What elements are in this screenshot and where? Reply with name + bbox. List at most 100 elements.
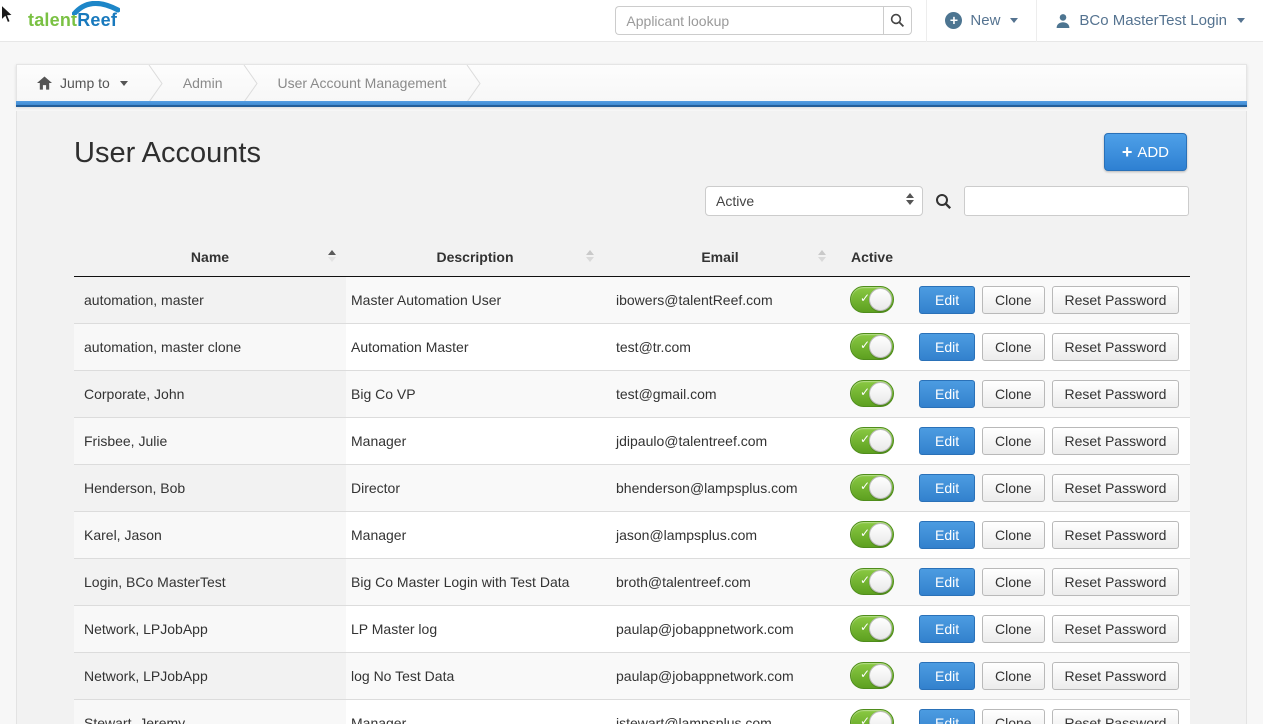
clone-button[interactable]: Clone [982,709,1045,724]
user-description-cell: Director [346,464,604,511]
add-user-button[interactable]: + ADD [1104,133,1187,171]
clone-button[interactable]: Clone [982,662,1045,690]
edit-button[interactable]: Edit [919,521,975,549]
reset-password-button[interactable]: Reset Password [1052,286,1180,314]
reset-password-button[interactable]: Reset Password [1052,709,1180,724]
applicant-lookup-search-button[interactable] [883,6,912,35]
user-name-cell: automation, master [74,276,346,323]
user-description-cell: Automation Master [346,323,604,370]
user-email-cell: test@gmail.com [604,370,836,417]
column-header-description[interactable]: Description [346,238,604,276]
active-toggle[interactable]: ✓ [850,474,894,501]
plus-circle-icon: + [945,12,962,29]
breadcrumb-item-admin[interactable]: Admin [163,65,243,101]
user-name-cell: Karel, Jason [74,511,346,558]
user-name-cell: automation, master clone [74,323,346,370]
active-toggle[interactable]: ✓ [850,333,894,360]
table-controls: Active [74,186,1189,216]
table-header-row: Name Description Email Active [74,238,1190,276]
chevron-down-icon [1237,18,1245,23]
active-toggle[interactable]: ✓ [850,427,894,454]
clone-button[interactable]: Clone [982,380,1045,408]
toggle-knob [869,617,892,640]
table-row: automation, master clone Automation Mast… [74,323,1190,370]
table-row: Stewart, Jeremy Manager jstewart@lampspl… [74,699,1190,724]
user-description-cell: Manager [346,511,604,558]
table-row: Corporate, John Big Co VP test@gmail.com… [74,370,1190,417]
search-icon [935,193,952,210]
edit-button[interactable]: Edit [919,568,975,596]
breadcrumb-item-user-account-management[interactable]: User Account Management [258,65,467,101]
user-menu[interactable]: BCo MasterTest Login [1036,0,1263,42]
active-toggle[interactable]: ✓ [850,286,894,313]
reset-password-button[interactable]: Reset Password [1052,568,1180,596]
table-row: automation, master Master Automation Use… [74,276,1190,323]
jump-to-label: Jump to [60,75,110,91]
user-name-cell: Henderson, Bob [74,464,346,511]
page-title: User Accounts [74,111,1189,170]
active-toggle[interactable]: ✓ [850,615,894,642]
user-description-cell: Master Automation User [346,276,604,323]
toggle-knob [869,288,892,311]
user-description-cell: Manager [346,417,604,464]
reset-password-button[interactable]: Reset Password [1052,380,1180,408]
edit-button[interactable]: Edit [919,615,975,643]
user-name-cell: Network, LPJobApp [74,652,346,699]
active-toggle[interactable]: ✓ [850,709,894,724]
reset-password-button[interactable]: Reset Password [1052,427,1180,455]
column-label: Name [191,249,229,265]
reset-password-button[interactable]: Reset Password [1052,474,1180,502]
edit-button[interactable]: Edit [919,286,975,314]
clone-button[interactable]: Clone [982,615,1045,643]
reset-password-button[interactable]: Reset Password [1052,662,1180,690]
new-menu[interactable]: + New [926,0,1036,42]
column-header-email[interactable]: Email [604,238,836,276]
user-table-body: automation, master Master Automation Use… [74,276,1190,724]
breadcrumb-label: User Account Management [278,75,447,91]
column-label: Description [436,249,513,265]
talentreef-logo[interactable]: talentReef [28,10,117,31]
clone-button[interactable]: Clone [982,333,1045,361]
reset-password-button[interactable]: Reset Password [1052,521,1180,549]
top-navbar: talentReef + New BCo MasterTest Lo [0,0,1263,42]
clone-button[interactable]: Clone [982,568,1045,596]
reset-password-button[interactable]: Reset Password [1052,333,1180,361]
edit-button[interactable]: Edit [919,333,975,361]
breadcrumb-accent-bar [16,101,1247,107]
reset-password-button[interactable]: Reset Password [1052,615,1180,643]
table-row: Network, LPJobApp LP Master log paulap@j… [74,605,1190,652]
column-label: Active [851,249,893,265]
edit-button[interactable]: Edit [919,427,975,455]
breadcrumb-separator [148,65,163,101]
active-toggle[interactable]: ✓ [850,380,894,407]
status-filter-select[interactable]: Active [705,186,923,216]
logo-text-green: talent [28,10,77,30]
user-email-cell: ibowers@talentReef.com [604,276,836,323]
applicant-lookup-group [615,0,912,42]
applicant-lookup-input[interactable] [615,6,883,35]
active-toggle[interactable]: ✓ [850,521,894,548]
table-row: Henderson, Bob Director bhenderson@lamps… [74,464,1190,511]
main-panel: User Accounts + ADD Active Name [16,111,1247,724]
user-menu-label: BCo MasterTest Login [1079,12,1227,29]
active-toggle[interactable]: ✓ [850,662,894,689]
clone-button[interactable]: Clone [982,427,1045,455]
table-row: Network, LPJobApp log No Test Data paula… [74,652,1190,699]
user-email-cell: jason@lampsplus.com [604,511,836,558]
active-toggle[interactable]: ✓ [850,568,894,595]
edit-button[interactable]: Edit [919,662,975,690]
user-description-cell: LP Master log [346,605,604,652]
user-email-cell: paulap@jobappnetwork.com [604,605,836,652]
edit-button[interactable]: Edit [919,474,975,502]
edit-button[interactable]: Edit [919,380,975,408]
user-description-cell: Big Co Master Login with Test Data [346,558,604,605]
clone-button[interactable]: Clone [982,474,1045,502]
column-label: Email [701,249,738,265]
search-icon [890,13,905,28]
edit-button[interactable]: Edit [919,709,975,724]
jump-to-dropdown[interactable]: Jump to [17,65,148,101]
clone-button[interactable]: Clone [982,286,1045,314]
table-search-input[interactable] [964,186,1189,216]
clone-button[interactable]: Clone [982,521,1045,549]
column-header-name[interactable]: Name [74,238,346,276]
